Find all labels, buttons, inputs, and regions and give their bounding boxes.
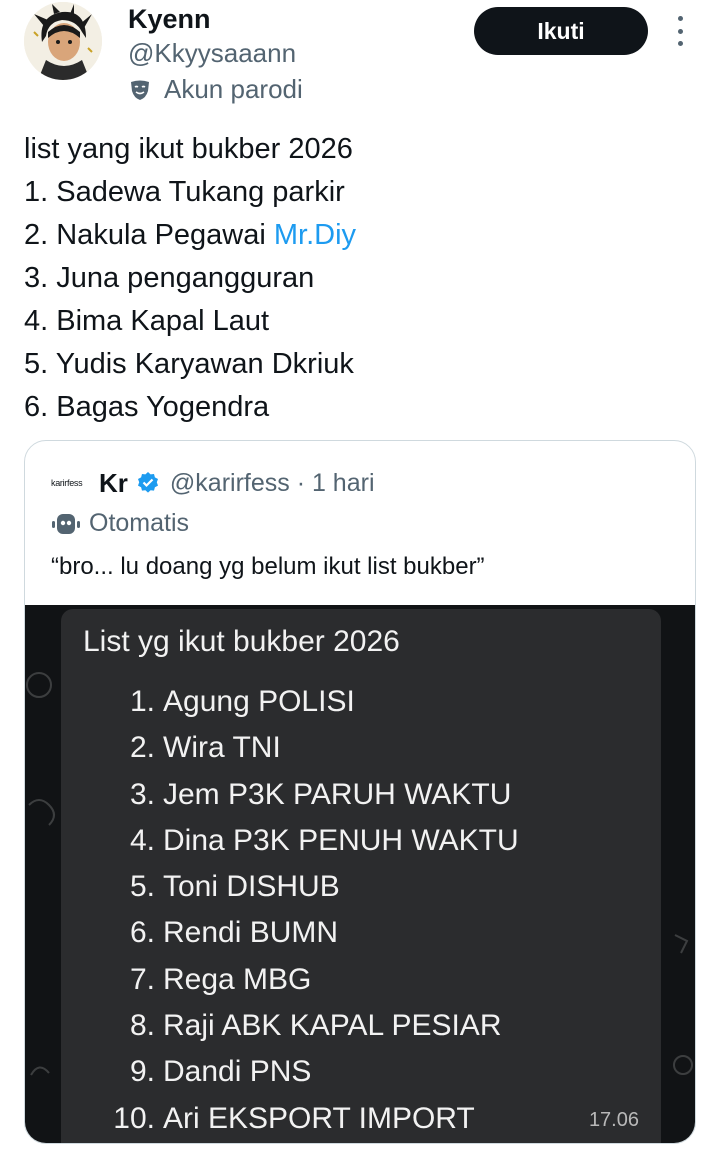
parody-label: Akun parodi [128,74,303,105]
list-text: Dina P3K PENUH WAKTU [163,823,519,857]
quoted-tweet[interactable]: karirfess Kr @karirfess · 1 hari Otomati… [24,440,696,1144]
tweet-header: Kyenn @Kkyysaaann Akun parodi Ikuti [0,0,720,120]
list-item: 1. Agung POLISI [83,679,519,725]
list-item: 9. Dandi PNS [83,1049,519,1095]
list-item: 4. Dina P3K PENUH WAKTU [83,818,519,864]
more-vertical-icon[interactable] [668,16,692,46]
list-number: 6. [129,916,155,950]
list-number: 4. [129,823,155,857]
tweet-line: list yang ikut bukber 2026 [24,133,353,165]
list-item: 5. Toni DISHUB [83,864,519,910]
verified-badge-icon [137,472,158,493]
chat-bubble: List yg ikut bukber 2026 1. Agung POLISI … [61,609,661,1143]
list-text: Raji ABK KAPAL PESIAR [163,1009,502,1043]
list-number: 3. [129,777,155,811]
quote-avatar-logo[interactable]: karirfess [51,478,91,488]
list-number: 8. [129,1009,155,1043]
quote-handle-time[interactable]: @karirfess · 1 hari [170,469,375,498]
avatar[interactable] [24,2,102,80]
quote-image[interactable]: List yg ikut bukber 2026 1. Agung POLISI … [25,605,695,1143]
list-text: Ari EKSPORT IMPORT [163,1101,475,1135]
list-item: 2. Wira TNI [83,725,519,771]
bukber-list: 1. Agung POLISI 2. Wira TNI 3. Jem P3K PARU… [83,679,519,1142]
tweet-line: 6. Bagas Yogendra [24,391,270,423]
list-item: 6. Rendi BUMN [83,910,519,956]
follow-button[interactable]: Ikuti [474,7,648,55]
list-number: 7. [129,962,155,996]
list-item: 3. Jem P3K PARUH WAKTU [83,772,519,818]
list-item: 7. Rega MBG [83,957,519,1003]
list-text: Dandi PNS [163,1055,312,1089]
list-item: 8. Raji ABK KAPAL PESIAR [83,1003,519,1049]
automated-text: Otomatis [89,509,190,537]
tweet-line: 5. Yudis Karyawan Dkriuk [24,348,354,380]
mask-icon [131,80,149,100]
quote-header: karirfess Kr @karirfess · 1 hari [51,467,375,499]
tweet-line: 3. Juna pengangguran [24,262,315,294]
list-text: Rega MBG [163,962,312,996]
list-number: 9. [129,1055,155,1089]
quote-author-name[interactable]: Kr [99,468,128,499]
list-text: Wira TNI [163,731,281,765]
tweet-text: list yang ikut bukber 2026 1. Sadewa Tuk… [24,128,696,429]
list-text: Agung POLISI [163,685,355,718]
list-number: 2. [129,731,155,765]
mention-link[interactable]: Mr.Diy [274,219,356,251]
list-text: Toni DISHUB [163,870,340,904]
list-text: Rendi BUMN [163,916,339,950]
automated-label: Otomatis [51,509,189,538]
list-title: List yg ikut bukber 2026 [83,625,400,658]
author-handle[interactable]: @Kkyysaaann [128,38,296,69]
list-text: Jem P3K PARUH WAKTU [163,777,512,811]
list-number: 5. [129,870,155,904]
tweet-line: 2. Nakula Pegawai Mr.Diy [24,214,696,257]
bot-icon [52,513,80,534]
tweet-line: 1. Sadewa Tukang parkir [24,176,345,208]
parody-text: Akun parodi [164,74,303,104]
anime-avatar-icon [24,2,102,80]
message-time: 17.06 [588,1109,639,1131]
quote-text: “bro... lu doang yg belum ikut list bukb… [51,553,485,580]
author-name[interactable]: Kyenn [128,4,211,35]
tweet-line: 4. Bima Kapal Laut [24,305,270,337]
tweet-line-text: 2. Nakula Pegawai [24,219,274,251]
list-number: 10. [113,1101,155,1135]
list-number: 1. [129,685,155,718]
list-item: 10. Ari EKSPORT IMPORT [83,1096,519,1142]
